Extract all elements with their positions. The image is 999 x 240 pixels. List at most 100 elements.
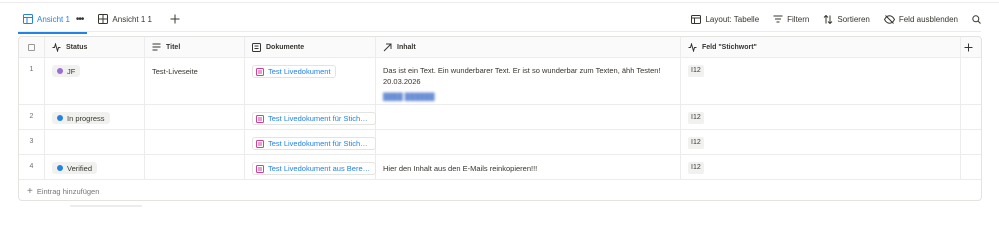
dokumente-cell[interactable]: Test Livedokument aus Bereic... bbox=[245, 155, 376, 179]
status-cell[interactable] bbox=[45, 130, 145, 154]
status-label: In progress bbox=[67, 113, 105, 123]
status-label: Verified bbox=[67, 163, 93, 173]
status-dot bbox=[57, 115, 63, 121]
column-label: Titel bbox=[166, 43, 181, 51]
search-icon bbox=[972, 14, 981, 24]
dokumente-cell[interactable]: Test Livedokument bbox=[245, 58, 376, 104]
add-entry-button[interactable]: + Eintrag hinzufügen bbox=[19, 181, 981, 200]
dokumente-cell[interactable]: Test Livedokument für Stichwö... bbox=[245, 105, 376, 129]
document-link[interactable]: Test Livedokument für Stichwo... bbox=[252, 137, 376, 150]
inhalt-cell[interactable] bbox=[376, 105, 681, 129]
view-toolbar: Ansicht 1 ••• Ansicht 1 1 Layout: Tabell… bbox=[18, 7, 981, 34]
stichwort-cell[interactable]: I12 bbox=[681, 155, 961, 179]
inhalt-cell[interactable]: Hier den Inhalt aus den E-Mails reinkopi… bbox=[376, 155, 681, 179]
scroll-fragment bbox=[70, 205, 142, 207]
plus-icon: + bbox=[27, 185, 33, 197]
row-number: 4 bbox=[19, 155, 45, 179]
status-cell[interactable]: Verified bbox=[45, 155, 145, 179]
row-number: 3 bbox=[19, 130, 45, 154]
layout-button[interactable]: Layout: Tabelle bbox=[691, 14, 760, 24]
tab-ansicht-1[interactable]: Ansicht 1 ••• bbox=[18, 7, 88, 34]
layout-icon bbox=[691, 14, 702, 24]
column-label: Inhalt bbox=[397, 43, 416, 51]
text-icon bbox=[152, 43, 161, 51]
top-divider bbox=[0, 0, 999, 3]
document-icon bbox=[252, 42, 261, 52]
more-options-icon[interactable]: ••• bbox=[76, 14, 84, 25]
status-icon bbox=[52, 42, 61, 52]
select-all-checkbox[interactable] bbox=[28, 43, 35, 51]
document-link[interactable]: Test Livedokument für Stichwö... bbox=[252, 112, 376, 125]
sort-button[interactable]: Sortieren bbox=[823, 14, 870, 24]
tab-label: Ansicht 1 bbox=[37, 14, 70, 24]
document-icon bbox=[256, 67, 264, 76]
filter-label: Filtern bbox=[787, 14, 810, 24]
blurred-author: ████ ██████ bbox=[383, 94, 435, 101]
sort-icon bbox=[824, 14, 833, 24]
status-badge: Verified bbox=[52, 162, 98, 174]
column-header-inhalt[interactable]: Inhalt bbox=[376, 37, 681, 57]
status-icon bbox=[688, 42, 697, 52]
column-label: Feld "Stichwort" bbox=[702, 43, 757, 51]
spacer-cell bbox=[961, 58, 981, 104]
table-view-icon bbox=[22, 14, 33, 25]
keyword-tag: I12 bbox=[688, 112, 704, 124]
titel-cell[interactable] bbox=[145, 130, 245, 154]
table-row[interactable]: 2 In progress Test Livedokument für Stic… bbox=[19, 105, 981, 130]
status-dot bbox=[57, 68, 63, 74]
tab-label: Ansicht 1 1 bbox=[112, 14, 152, 24]
document-label: Test Livedokument aus Bereic... bbox=[268, 164, 371, 173]
document-link[interactable]: Test Livedokument bbox=[252, 65, 336, 78]
column-header-stichwort[interactable]: Feld "Stichwort" bbox=[681, 37, 961, 57]
dokumente-cell[interactable]: Test Livedokument für Stichwo... bbox=[245, 130, 376, 154]
document-label: Test Livedokument bbox=[268, 67, 331, 76]
grid-view-icon bbox=[97, 14, 108, 25]
inhalt-cell[interactable] bbox=[376, 130, 681, 154]
inhalt-cell[interactable]: Das ist ein Text. Ein wunderbarer Text. … bbox=[376, 58, 681, 104]
row-title: Test-Liveseite bbox=[152, 67, 198, 76]
titel-cell[interactable]: Test-Liveseite bbox=[145, 58, 245, 104]
filter-button[interactable]: Filtern bbox=[773, 15, 809, 24]
toolbar-divider bbox=[18, 31, 981, 32]
tab-ansicht-1-1[interactable]: Ansicht 1 1 bbox=[93, 7, 156, 31]
table-row[interactable]: 4 Verified Test Livedokument aus Bereic.… bbox=[19, 155, 981, 180]
status-badge: In progress bbox=[52, 112, 110, 124]
titel-cell[interactable] bbox=[145, 155, 245, 179]
spacer-cell bbox=[961, 105, 981, 129]
keyword-tag: I12 bbox=[688, 65, 704, 77]
status-label: JF bbox=[67, 66, 76, 76]
add-view-button[interactable] bbox=[168, 12, 182, 26]
row-number: 1 bbox=[19, 58, 45, 104]
select-all-cell bbox=[19, 37, 45, 57]
column-header-titel[interactable]: Titel bbox=[145, 37, 245, 57]
row-number: 2 bbox=[19, 105, 45, 129]
spacer-cell bbox=[961, 155, 981, 179]
status-cell[interactable]: JF bbox=[45, 58, 145, 104]
sort-label: Sortieren bbox=[837, 14, 870, 24]
keyword-tag: I12 bbox=[688, 137, 704, 149]
eye-off-icon bbox=[883, 14, 895, 24]
document-link[interactable]: Test Livedokument aus Bereic... bbox=[252, 162, 376, 175]
filter-icon bbox=[773, 15, 783, 23]
search-button[interactable] bbox=[972, 14, 981, 24]
status-dot bbox=[57, 165, 63, 171]
stichwort-cell[interactable]: I12 bbox=[681, 58, 961, 104]
document-icon bbox=[256, 164, 264, 173]
table-row[interactable]: 1 JF Test-Liveseite Test Livedokument Da… bbox=[19, 58, 981, 105]
data-table: Status Titel Dokumente Inhalt Feld "Stic… bbox=[18, 36, 982, 201]
stichwort-cell[interactable]: I12 bbox=[681, 130, 961, 154]
inhalt-text: Hier den Inhalt aus den E-Mails reinkopi… bbox=[383, 164, 538, 173]
inhalt-text: Das ist ein Text. Ein wunderbarer Text. … bbox=[383, 66, 661, 86]
document-label: Test Livedokument für Stichwö... bbox=[268, 114, 371, 123]
table-header: Status Titel Dokumente Inhalt Feld "Stic… bbox=[19, 37, 981, 58]
table-row[interactable]: 3 Test Livedokument für Stichwo... I12 bbox=[19, 130, 981, 155]
hide-field-button[interactable]: Feld ausblenden bbox=[883, 14, 958, 24]
column-header-dokumente[interactable]: Dokumente bbox=[245, 37, 376, 57]
plus-icon bbox=[964, 43, 973, 51]
column-header-status[interactable]: Status bbox=[45, 37, 145, 57]
stichwort-cell[interactable]: I12 bbox=[681, 105, 961, 129]
add-column-button[interactable] bbox=[961, 37, 981, 57]
titel-cell[interactable] bbox=[145, 105, 245, 129]
layout-label: Layout: Tabelle bbox=[705, 14, 760, 24]
status-cell[interactable]: In progress bbox=[45, 105, 145, 129]
